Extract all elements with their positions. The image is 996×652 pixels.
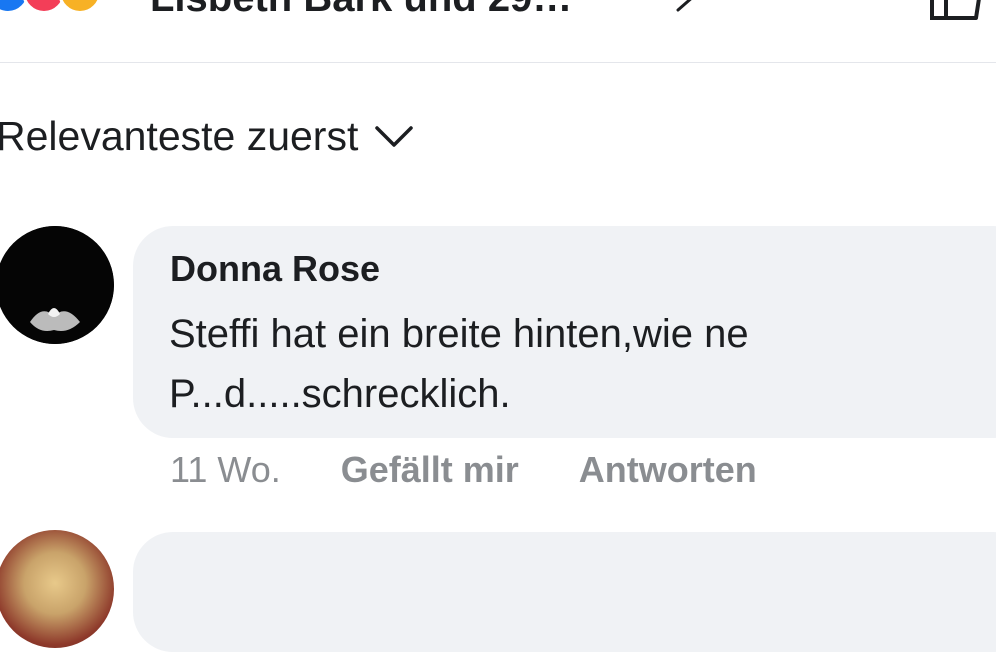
chevron-right-icon[interactable] bbox=[672, 0, 702, 16]
love-reaction-icon bbox=[22, 0, 66, 14]
thumbs-up-icon[interactable] bbox=[924, 0, 986, 20]
chevron-down-icon bbox=[375, 126, 414, 147]
next-commenter-avatar[interactable] bbox=[0, 530, 114, 648]
comment-timestamp[interactable]: 11 Wo. bbox=[170, 449, 281, 491]
reacted-names[interactable]: Lisbeth Bark und 29… bbox=[150, 0, 572, 21]
wow-reaction-icon bbox=[58, 0, 102, 14]
commenter-avatar[interactable] bbox=[0, 226, 114, 344]
comment-actions: 11 Wo. Gefällt mir Antworten bbox=[170, 446, 817, 494]
reply-button[interactable]: Antworten bbox=[579, 449, 757, 491]
comment-author[interactable]: Donna Rose bbox=[170, 248, 380, 290]
comment-bubble[interactable]: Donna Rose Steffi hat ein breite hinten,… bbox=[133, 226, 996, 438]
sort-label: Relevanteste zuerst bbox=[0, 112, 359, 159]
reactions-header[interactable]: Lisbeth Bark und 29… bbox=[0, 0, 996, 63]
comment-text: Steffi hat ein breite hinten,wie ne P...… bbox=[169, 312, 749, 416]
like-comment-button[interactable]: Gefällt mir bbox=[341, 449, 519, 491]
sort-comments-dropdown[interactable]: Relevanteste zuerst bbox=[0, 110, 414, 162]
avatar-image bbox=[0, 226, 114, 344]
next-comment-bubble[interactable] bbox=[133, 532, 996, 652]
